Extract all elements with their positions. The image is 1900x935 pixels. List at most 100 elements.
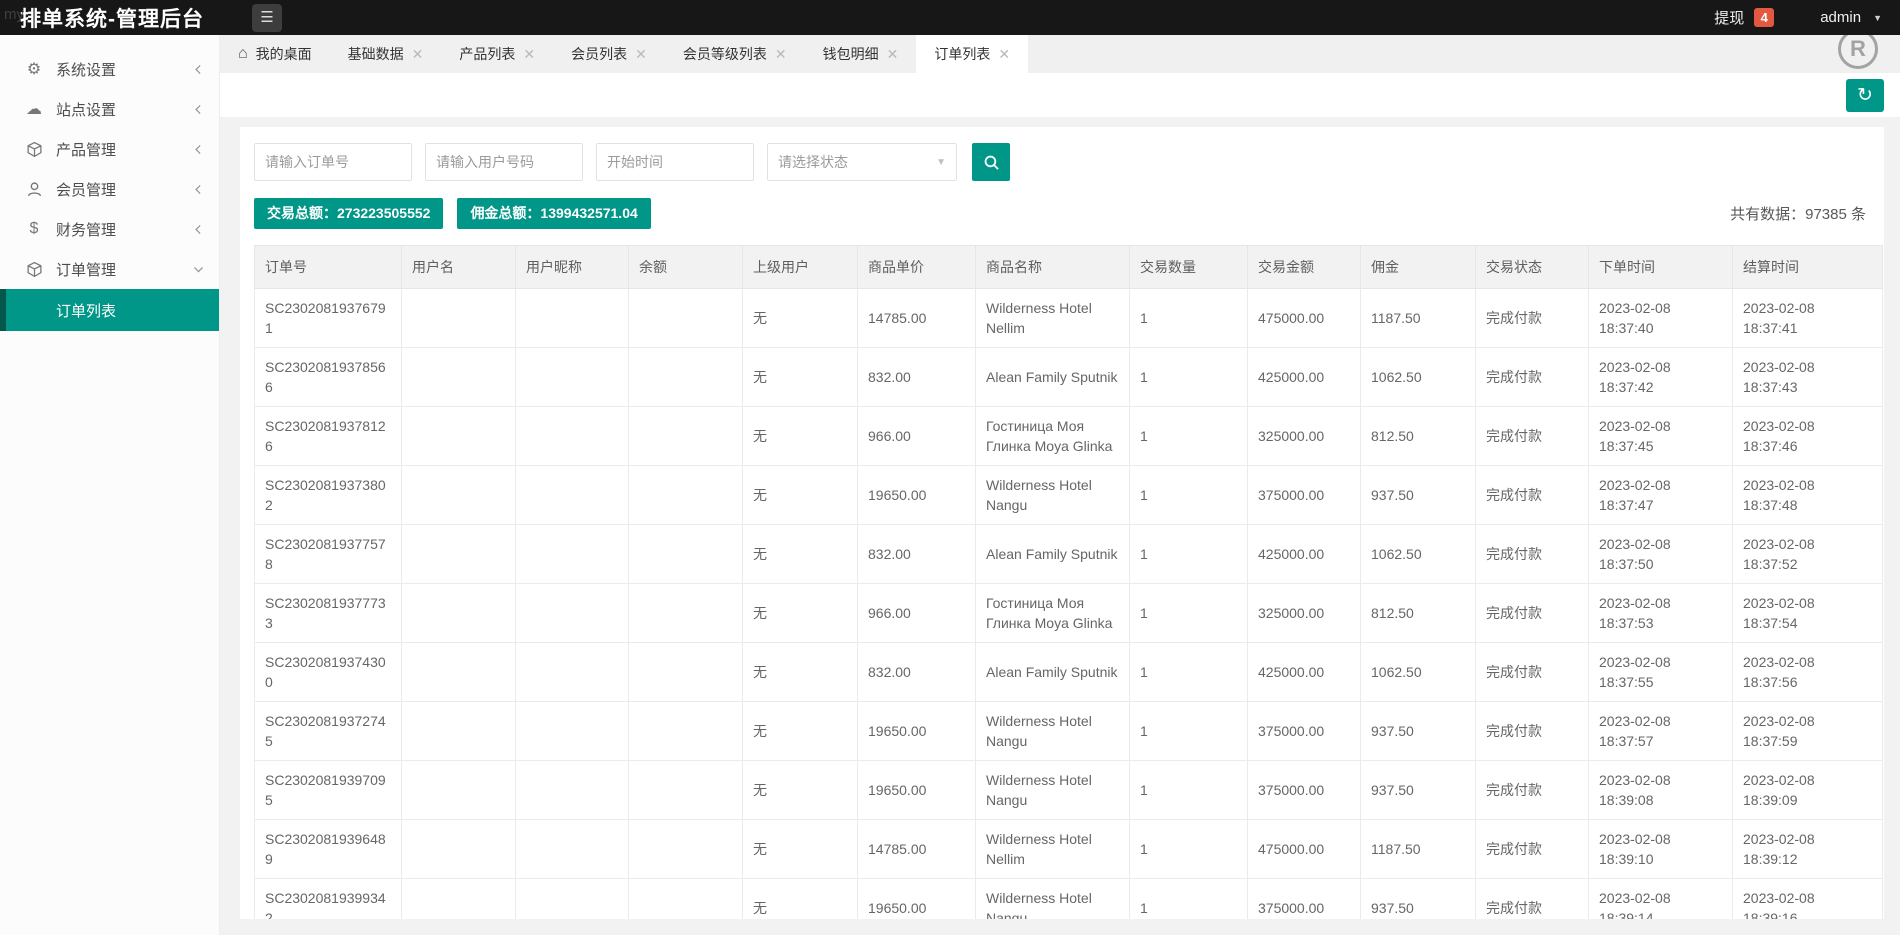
tab-label: 产品列表: [459, 46, 516, 62]
cell-nickname: [515, 465, 629, 525]
close-icon[interactable]: ✕: [887, 46, 899, 63]
cell-parent-user: 无: [742, 524, 858, 584]
search-button[interactable]: [972, 143, 1010, 181]
sidebar-item[interactable]: ☁ 站点设置: [0, 89, 219, 129]
close-icon[interactable]: ✕: [998, 46, 1010, 63]
table-row: SC23020819397095 无 19650.00 Wilderness Hote…: [254, 760, 1883, 820]
cell-balance: [628, 347, 743, 407]
table-row: SC23020819376791 无 14785.00 Wilderness Hote…: [254, 288, 1883, 348]
cell-amount: 425000.00: [1247, 347, 1361, 407]
sidebar-item-label: 站点设置: [56, 101, 117, 119]
cell-quantity: 1: [1129, 583, 1248, 643]
withdraw-link[interactable]: 提现: [1714, 7, 1744, 28]
orders-table: 订单号 用户名 用户昵称 余额 上级用户 商品单价 商品名称 交易数量 交易金额 佣金 交易状态 下单…: [254, 245, 1883, 919]
cell-product-name: Wilderness Hotel Nangu: [975, 701, 1130, 761]
cell-quantity: 1: [1129, 819, 1248, 879]
user-number-input[interactable]: [425, 143, 583, 181]
cell-status: 完成付款: [1475, 347, 1589, 407]
close-icon[interactable]: ✕: [412, 46, 424, 63]
cell-username: [401, 878, 516, 919]
column-header-status: 交易状态: [1475, 245, 1589, 289]
column-header-quantity: 交易数量: [1129, 245, 1248, 289]
cell-amount: 325000.00: [1247, 406, 1361, 466]
cube-icon: [24, 259, 44, 279]
tab-会员列表[interactable]: 会员列表 ✕: [553, 35, 665, 73]
chevron-down-icon: [192, 263, 205, 276]
tab-基础数据[interactable]: 基础数据 ✕: [330, 35, 442, 73]
sidebar-item-label: 财务管理: [56, 221, 117, 239]
column-header-parent-user: 上级用户: [742, 245, 858, 289]
chevron-left-icon: [192, 143, 205, 156]
cell-product-name: Alean Family Sputnik: [975, 524, 1130, 584]
cell-username: [401, 760, 516, 820]
cell-settle-time: 2023-02-08 18:37:56: [1732, 642, 1883, 702]
sidebar-item[interactable]: 会员管理: [0, 169, 219, 209]
refresh-button[interactable]: ↻: [1846, 78, 1884, 112]
cell-product-name: Wilderness Hotel Nangu: [975, 465, 1130, 525]
cell-username: [401, 406, 516, 466]
cell-status: 完成付款: [1475, 465, 1589, 525]
cell-balance: [628, 819, 743, 879]
column-header-amount: 交易金额: [1247, 245, 1361, 289]
cell-order-no: SC23020819378126: [254, 406, 402, 466]
cell-order-no: SC23020819377578: [254, 524, 402, 584]
cell-order-time: 2023-02-08 18:39:14: [1588, 878, 1733, 919]
sidebar-item-label: 会员管理: [56, 181, 117, 199]
sidebar-item[interactable]: 产品管理: [0, 129, 219, 169]
cell-username: [401, 819, 516, 879]
close-icon[interactable]: ✕: [775, 46, 787, 63]
tab-label: 我的桌面: [255, 46, 312, 62]
start-time-input[interactable]: [596, 143, 754, 181]
table-row: SC23020819396489 无 14785.00 Wilderness Hote…: [254, 819, 1883, 879]
cell-nickname: [515, 701, 629, 761]
sidebar-item[interactable]: ⚙ 系统设置: [0, 49, 219, 89]
sidebar-item-label: 系统设置: [56, 61, 117, 79]
admin-user-menu[interactable]: admin: [1820, 9, 1861, 26]
cell-order-time: 2023-02-08 18:37:55: [1588, 642, 1733, 702]
tab-label: 会员等级列表: [682, 46, 767, 62]
cell-status: 完成付款: [1475, 524, 1589, 584]
tab-我的桌面[interactable]: ⌂ 我的桌面: [220, 35, 330, 73]
chevron-down-icon: ▼: [1873, 12, 1882, 23]
cell-unit-price: 14785.00: [857, 819, 976, 879]
close-icon[interactable]: ✕: [635, 46, 647, 63]
cell-commission: 937.50: [1360, 760, 1476, 820]
cell-order-no: SC23020819399342: [254, 878, 402, 919]
cell-balance: [628, 760, 743, 820]
cell-nickname: [515, 347, 629, 407]
tab-订单列表[interactable]: 订单列表 ✕: [916, 35, 1029, 73]
cell-username: [401, 465, 516, 525]
topbar: my 排单系统-管理后台 ☰ 提现 4 admin ▼: [0, 0, 1900, 35]
cell-product-name: Гостиница Моя Глинка Moya Glinka: [975, 406, 1130, 466]
sidebar-item[interactable]: 订单管理: [0, 249, 219, 289]
tab-产品列表[interactable]: 产品列表 ✕: [441, 35, 553, 73]
cell-commission: 812.50: [1360, 583, 1476, 643]
status-select[interactable]: 请选择状态 ▼: [767, 143, 957, 181]
cell-settle-time: 2023-02-08 18:37:43: [1732, 347, 1883, 407]
column-header-nickname: 用户昵称: [515, 245, 629, 289]
filter-bar: 请选择状态 ▼: [254, 143, 1870, 181]
gear-icon: ⚙: [26, 61, 42, 78]
cell-status: 完成付款: [1475, 583, 1589, 643]
cell-quantity: 1: [1129, 524, 1248, 584]
cell-username: [401, 347, 516, 407]
sidebar: ⚙ 系统设置 ☁ 站点设置 产品管理会员管理 $ 财务管理 订单管理 订单列表: [0, 35, 220, 935]
cell-quantity: 1: [1129, 347, 1248, 407]
topbar-right: 提现 4 admin ▼: [1714, 0, 1882, 35]
cell-balance: [628, 524, 743, 584]
tab-会员等级列表[interactable]: 会员等级列表 ✕: [665, 35, 805, 73]
hamburger-menu-icon[interactable]: ☰: [252, 3, 282, 32]
order-no-input[interactable]: [254, 143, 412, 181]
chevron-left-icon: [192, 63, 205, 76]
sidebar-item[interactable]: $ 财务管理: [0, 209, 219, 249]
withdraw-count-badge[interactable]: 4: [1754, 8, 1775, 27]
cell-username: [401, 642, 516, 702]
cell-quantity: 1: [1129, 878, 1248, 919]
close-icon[interactable]: ✕: [523, 46, 535, 63]
cell-settle-time: 2023-02-08 18:37:52: [1732, 524, 1883, 584]
sidebar-item-order-list[interactable]: 订单列表: [0, 289, 219, 331]
tab-钱包明细[interactable]: 钱包明细 ✕: [805, 35, 917, 73]
cell-username: [401, 288, 516, 348]
table-row: SC23020819372745 无 19650.00 Wilderness Hote…: [254, 701, 1883, 761]
cell-commission: 1187.50: [1360, 288, 1476, 348]
